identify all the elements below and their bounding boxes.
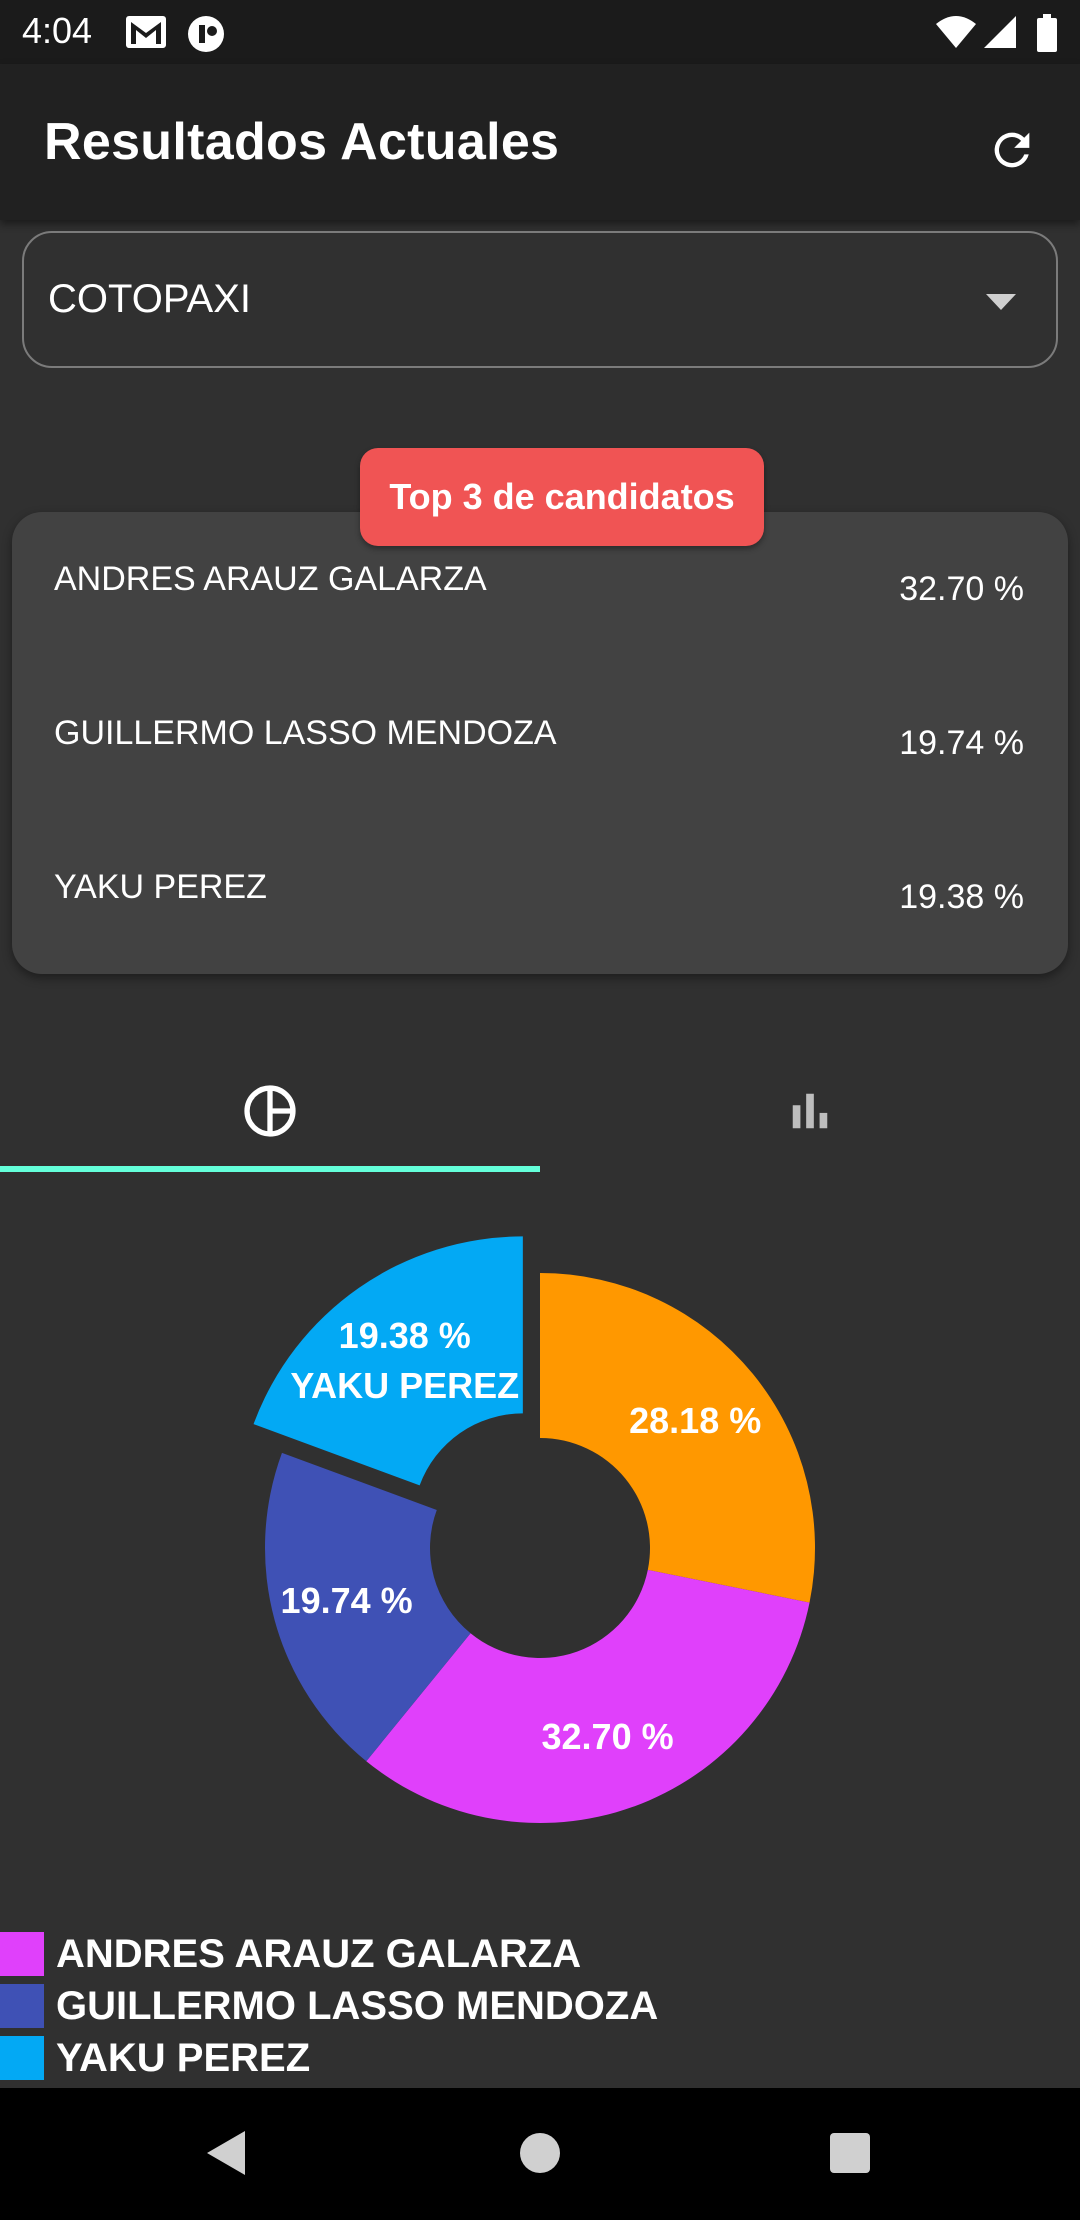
- wifi-icon: [934, 14, 978, 55]
- recents-icon: [830, 2133, 870, 2173]
- battery-icon: [1036, 14, 1058, 57]
- list-item: YAKU PEREZ 19.38 %: [12, 868, 1068, 968]
- legend-item: ANDRES ARAUZ GALARZA: [0, 1928, 1080, 1980]
- app-bar: Resultados Actuales: [0, 64, 1080, 220]
- slice-label: 28.18 %: [629, 1400, 761, 1441]
- candidate-percent: 19.38 %: [899, 878, 1024, 916]
- home-icon: [520, 2133, 560, 2173]
- candidate-name: ANDRES ARAUZ GALARZA: [54, 560, 487, 598]
- gmail-icon: [124, 14, 168, 55]
- top3-badge: Top 3 de candidatos: [360, 448, 764, 546]
- candidate-name: GUILLERMO LASSO MENDOZA: [54, 714, 557, 752]
- home-button[interactable]: [485, 2108, 595, 2198]
- slice-label: 32.70 %: [542, 1716, 674, 1757]
- slice-label: 19.74 %: [281, 1580, 413, 1621]
- legend-label: ANDRES ARAUZ GALARZA: [56, 1931, 582, 1976]
- tab-bar-chart[interactable]: [540, 1050, 1080, 1172]
- dropdown-arrow-icon[interactable]: [986, 294, 1016, 310]
- donut-chart: 28.18 %32.70 %19.74 %19.38 % YAKU PEREZ: [253, 1236, 815, 1823]
- candidate-percent: 19.74 %: [899, 724, 1024, 762]
- candidate-name: YAKU PEREZ: [54, 868, 267, 906]
- status-bar: 4:04: [0, 0, 1080, 64]
- page-title: Resultados Actuales: [44, 113, 560, 171]
- list-item: GUILLERMO LASSO MENDOZA 19.74 %: [12, 714, 1068, 814]
- refresh-icon: [994, 132, 1030, 168]
- list-item: ANDRES ARAUZ GALARZA 32.70 %: [12, 560, 1068, 660]
- legend-swatch: [0, 1932, 44, 1976]
- chart-tabs: [0, 1050, 1080, 1172]
- refresh-button[interactable]: [972, 110, 1052, 190]
- back-icon: [207, 2131, 245, 2175]
- navigation-bar: [0, 2088, 1080, 2220]
- chart-legend: ANDRES ARAUZ GALARZA GUILLERMO LASSO MEN…: [0, 1928, 1080, 2084]
- signal-icon: [982, 14, 1018, 55]
- pie-chart-icon: [244, 1085, 296, 1137]
- candidate-percent: 32.70 %: [899, 570, 1024, 608]
- bar-chart-icon: [792, 1093, 828, 1129]
- recents-button[interactable]: [795, 2108, 905, 2198]
- tab-indicator: [0, 1166, 540, 1172]
- legend-item: YAKU PEREZ: [0, 2032, 1080, 2084]
- legend-label: GUILLERMO LASSO MENDOZA: [56, 1983, 659, 2028]
- back-button[interactable]: [172, 2108, 282, 2198]
- pie-slice[interactable]: [253, 1236, 523, 1486]
- top3-card: ANDRES ARAUZ GALARZA 32.70 % GUILLERMO L…: [12, 512, 1068, 974]
- legend-item: GUILLERMO LASSO MENDOZA: [0, 1980, 1080, 2032]
- province-select-value: COTOPAXI: [48, 277, 252, 321]
- status-time: 4:04: [22, 10, 93, 51]
- province-select[interactable]: COTOPAXI: [22, 231, 1058, 368]
- app-notification-icon: [186, 14, 226, 59]
- legend-swatch: [0, 1984, 44, 2028]
- legend-label: YAKU PEREZ: [56, 2035, 311, 2080]
- legend-swatch: [0, 2036, 44, 2080]
- tab-pie-chart[interactable]: [0, 1050, 540, 1172]
